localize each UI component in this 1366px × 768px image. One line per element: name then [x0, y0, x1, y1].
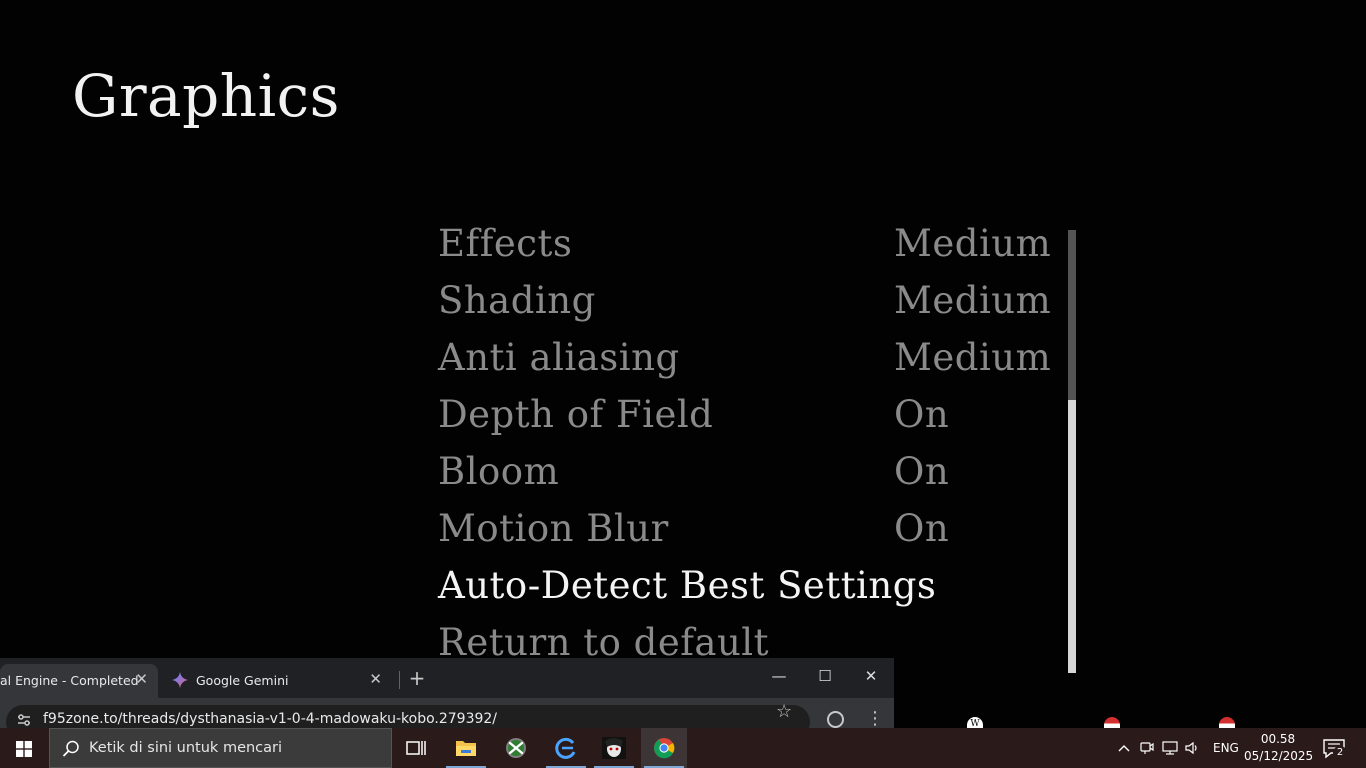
- setting-effects[interactable]: Effects Medium: [438, 218, 1058, 275]
- url-text: f95zone.to/threads/dysthanasia-v1-0-4-ma…: [43, 711, 498, 727]
- gemini-icon: [171, 671, 189, 689]
- setting-label: Depth of Field: [438, 393, 714, 436]
- chrome-button[interactable]: [641, 728, 687, 768]
- star-icon[interactable]: ☆: [776, 701, 792, 722]
- close-icon[interactable]: ✕: [369, 670, 382, 688]
- start-button[interactable]: [0, 728, 48, 768]
- setting-label: Motion Blur: [438, 507, 669, 550]
- search-icon: [62, 740, 79, 757]
- game-icon: [602, 737, 626, 759]
- setting-label: Anti aliasing: [438, 336, 680, 379]
- edge-button[interactable]: [543, 728, 589, 768]
- setting-motion-blur[interactable]: Motion Blur On: [438, 503, 1058, 560]
- taskbar: Ketik di sini untuk mencari ENG 00.58 05…: [0, 728, 1366, 768]
- setting-shading[interactable]: Shading Medium: [438, 275, 1058, 332]
- setting-value: Medium: [894, 279, 1052, 322]
- meet-now-icon[interactable]: [1139, 740, 1155, 756]
- tab-active[interactable]: al Engine - Completed ✕: [0, 664, 158, 698]
- tab-divider: [399, 671, 400, 689]
- task-view-button[interactable]: [393, 728, 439, 768]
- game-app-button[interactable]: [591, 728, 637, 768]
- clock-time: 00.58: [1260, 732, 1296, 746]
- scrollbar[interactable]: [1068, 230, 1076, 673]
- windows-icon: [16, 741, 32, 757]
- scrollbar-thumb[interactable]: [1068, 230, 1076, 400]
- setting-value: On: [894, 507, 950, 550]
- setting-label: Bloom: [438, 450, 560, 493]
- setting-value: On: [894, 393, 950, 436]
- close-icon[interactable]: ✕: [135, 670, 148, 688]
- folder-icon: [456, 741, 476, 756]
- tab-google-gemini[interactable]: Google Gemini ✕: [160, 664, 392, 698]
- search-input[interactable]: Ketik di sini untuk mencari: [49, 728, 392, 768]
- chevron-up-icon[interactable]: [1116, 740, 1132, 756]
- setting-label: Auto-Detect Best Settings: [438, 564, 937, 607]
- language-indicator[interactable]: ENG: [1213, 741, 1239, 755]
- setting-bloom[interactable]: Bloom On: [438, 446, 1058, 503]
- notification-badge: 2: [1333, 746, 1347, 760]
- page-title: Graphics: [72, 62, 340, 130]
- plus-icon[interactable]: +: [407, 666, 427, 690]
- xbox-button[interactable]: [493, 728, 539, 768]
- settings-list: Effects Medium Shading Medium Anti alias…: [438, 218, 1058, 674]
- chrome-window: al Engine - Completed ✕ Google Gemini ✕ …: [0, 658, 894, 739]
- browser-icon: [555, 737, 576, 759]
- tab-title: Google Gemini: [196, 673, 289, 688]
- search-placeholder: Ketik di sini untuk mencari: [89, 740, 283, 756]
- maximize-icon[interactable]: ☐: [815, 667, 835, 687]
- auto-detect-button[interactable]: Auto-Detect Best Settings: [438, 560, 1058, 617]
- profile-icon[interactable]: [827, 711, 844, 728]
- file-explorer-button[interactable]: [443, 728, 489, 768]
- xbox-icon: [506, 738, 526, 758]
- tab-title: al Engine - Completed: [0, 673, 139, 688]
- setting-value: Medium: [894, 222, 1052, 265]
- setting-value: Medium: [894, 336, 1052, 379]
- kebab-icon[interactable]: ⋮: [866, 708, 884, 729]
- minimize-icon[interactable]: —: [769, 667, 789, 687]
- setting-depth-of-field[interactable]: Depth of Field On: [438, 389, 1058, 446]
- game-window: Graphics Effects Medium Shading Medium A…: [0, 0, 1366, 768]
- clock-date: 05/12/2025: [1244, 749, 1314, 763]
- network-icon[interactable]: [1162, 740, 1178, 756]
- clock[interactable]: 00.58 05/12/2025: [1244, 731, 1314, 765]
- setting-label: Effects: [438, 222, 573, 265]
- task-view-icon: [406, 741, 426, 755]
- close-window-icon[interactable]: ✕: [861, 667, 881, 687]
- setting-anti-aliasing[interactable]: Anti aliasing Medium: [438, 332, 1058, 389]
- toolbar: f95zone.to/threads/dysthanasia-v1-0-4-ma…: [0, 698, 894, 739]
- site-info-icon[interactable]: [16, 712, 32, 728]
- tab-strip: al Engine - Completed ✕ Google Gemini ✕ …: [0, 658, 894, 698]
- setting-label: Shading: [438, 279, 596, 322]
- volume-icon[interactable]: [1184, 740, 1200, 756]
- chrome-icon: [654, 738, 675, 759]
- setting-value: On: [894, 450, 950, 493]
